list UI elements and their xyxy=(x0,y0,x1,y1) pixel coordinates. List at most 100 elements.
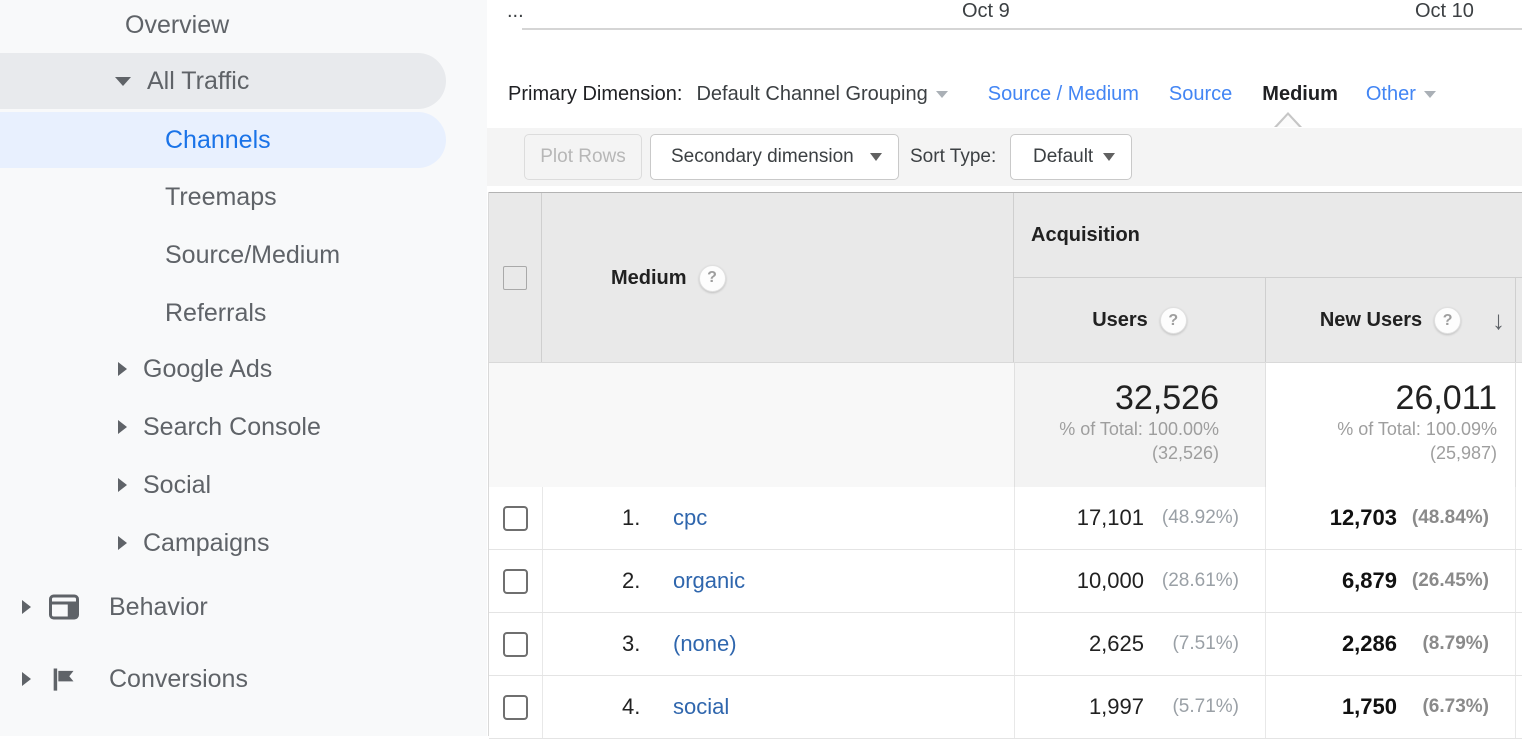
row-users-cell: 2,625 (7.51%) xyxy=(1014,613,1265,675)
row-checkbox[interactable] xyxy=(503,632,528,657)
tab-source[interactable]: Source xyxy=(1169,83,1232,106)
sidebar-item-all-traffic[interactable]: All Traffic xyxy=(0,53,446,109)
chevron-down-icon xyxy=(1424,91,1436,98)
sidebar-item-label: Behavior xyxy=(109,593,208,622)
row-checkbox[interactable] xyxy=(503,695,528,720)
sidebar-item-overview[interactable]: Overview xyxy=(0,0,446,53)
row-number: 3. xyxy=(622,631,656,657)
chevron-down-icon xyxy=(115,77,131,86)
sidebar-item-social[interactable]: Social xyxy=(0,457,446,513)
medium-link-organic[interactable]: organic xyxy=(673,568,745,594)
next-column-sliver xyxy=(1515,550,1522,612)
medium-link-social[interactable]: social xyxy=(673,694,729,720)
axis-label-oct10: Oct 10 xyxy=(1415,0,1474,22)
behavior-window-icon xyxy=(49,594,79,620)
users-percent: (7.51%) xyxy=(1144,633,1239,655)
table-row: 3. (none) 2,625 (7.51%) 2,286 (8.79%) xyxy=(489,613,1522,676)
sort-type-value: Default xyxy=(1033,146,1093,168)
users-percent: (48.92%) xyxy=(1144,507,1239,529)
row-medium-cell: 3. (none) xyxy=(542,613,1014,675)
chevron-down-icon xyxy=(1103,153,1115,161)
users-value: 1,997 xyxy=(1089,694,1144,720)
users-value: 17,101 xyxy=(1077,505,1144,531)
new-users-percent: (26.45%) xyxy=(1397,570,1489,592)
help-icon[interactable]: ? xyxy=(1160,307,1187,334)
sidebar: Overview All Traffic Channels Treemaps S… xyxy=(0,0,487,736)
next-column-sliver xyxy=(1515,676,1522,738)
sidebar-item-referrals[interactable]: Referrals xyxy=(0,285,446,341)
users-value: 2,625 xyxy=(1089,631,1144,657)
row-number: 1. xyxy=(622,505,656,531)
primary-dimension-selected[interactable]: Default Channel Grouping xyxy=(696,83,947,106)
chevron-down-icon xyxy=(936,91,948,98)
table-header: Medium ? Acquisition Users ? New Users ?… xyxy=(489,192,1522,362)
row-new-users-cell: 6,879 (26.45%) xyxy=(1265,550,1515,612)
sidebar-item-search-console[interactable]: Search Console xyxy=(0,399,446,455)
new-users-column-header[interactable]: New Users ? ↓ xyxy=(1265,278,1515,363)
tab-other[interactable]: Other xyxy=(1366,83,1436,106)
sidebar-item-campaigns[interactable]: Campaigns xyxy=(0,515,446,571)
primary-dimension-selected-value: Default Channel Grouping xyxy=(696,83,927,106)
new-users-percent: (6.73%) xyxy=(1397,696,1489,718)
medium-link-none[interactable]: (none) xyxy=(673,631,737,657)
chevron-right-icon xyxy=(118,478,127,492)
data-table: Medium ? Acquisition Users ? New Users ?… xyxy=(488,192,1522,736)
sidebar-item-conversions[interactable]: Conversions xyxy=(0,651,446,707)
table-row: 1. cpc 17,101 (48.92%) 12,703 (48.84%) xyxy=(489,487,1522,550)
new-users-header-label: New Users xyxy=(1320,309,1422,332)
sidebar-item-label: Channels xyxy=(165,126,271,155)
plot-rows-button[interactable]: Plot Rows xyxy=(524,134,642,180)
row-checkbox[interactable] xyxy=(503,506,528,531)
new-users-percent: (8.79%) xyxy=(1397,633,1489,655)
select-all-checkbox[interactable] xyxy=(503,266,527,290)
sidebar-item-label: Treemaps xyxy=(165,183,277,212)
tab-source-medium[interactable]: Source / Medium xyxy=(988,83,1139,106)
users-column-header[interactable]: Users ? xyxy=(1014,278,1265,363)
chart-axis-line xyxy=(522,28,1522,30)
totals-new-users-percent: % of Total: 100.09% xyxy=(1266,417,1497,441)
row-checkbox-cell xyxy=(489,550,542,612)
new-users-value: 2,286 xyxy=(1342,631,1397,657)
row-users-cell: 10,000 (28.61%) xyxy=(1014,550,1265,612)
next-column-sliver xyxy=(1515,487,1522,549)
tab-medium-active[interactable]: Medium xyxy=(1262,83,1338,106)
totals-users-value: 32,526 xyxy=(1015,379,1219,417)
totals-users-absolute: (32,526) xyxy=(1015,441,1219,465)
sort-type-dropdown[interactable]: Default xyxy=(1010,134,1132,180)
sidebar-item-source-medium[interactable]: Source/Medium xyxy=(0,227,446,283)
sidebar-item-label: Source/Medium xyxy=(165,241,340,270)
row-new-users-cell: 12,703 (48.84%) xyxy=(1265,487,1515,549)
sidebar-item-label: Social xyxy=(143,471,211,500)
sort-descending-arrow-icon: ↓ xyxy=(1492,305,1505,336)
sidebar-item-channels[interactable]: Channels xyxy=(0,112,446,168)
select-all-cell xyxy=(489,193,542,363)
users-header-label: Users xyxy=(1092,309,1148,332)
new-users-value: 12,703 xyxy=(1330,505,1397,531)
help-icon[interactable]: ? xyxy=(699,265,726,292)
medium-column-header[interactable]: Medium ? xyxy=(542,193,1014,363)
sidebar-item-label: Google Ads xyxy=(143,355,272,384)
main-content: ... Oct 9 Oct 10 Primary Dimension: Defa… xyxy=(487,0,1522,736)
chevron-right-icon xyxy=(118,420,127,434)
row-checkbox-cell xyxy=(489,676,542,738)
row-checkbox-cell xyxy=(489,613,542,675)
row-checkbox-cell xyxy=(489,487,542,549)
totals-new-users-absolute: (25,987) xyxy=(1266,441,1497,465)
row-checkbox[interactable] xyxy=(503,569,528,594)
row-new-users-cell: 2,286 (8.79%) xyxy=(1265,613,1515,675)
tab-other-label: Other xyxy=(1366,83,1416,106)
row-medium-cell: 1. cpc xyxy=(542,487,1014,549)
chevron-right-icon xyxy=(22,600,31,614)
chevron-right-icon xyxy=(22,672,31,686)
medium-link-cpc[interactable]: cpc xyxy=(673,505,707,531)
secondary-dimension-dropdown[interactable]: Secondary dimension xyxy=(650,134,899,180)
sidebar-item-treemaps[interactable]: Treemaps xyxy=(0,169,446,225)
row-medium-cell: 4. social xyxy=(542,676,1014,738)
sidebar-item-google-ads[interactable]: Google Ads xyxy=(0,341,446,397)
help-icon[interactable]: ? xyxy=(1434,307,1461,334)
next-column-sliver xyxy=(1515,362,1522,487)
sidebar-item-behavior[interactable]: Behavior xyxy=(0,579,446,635)
totals-users-percent: % of Total: 100.00% xyxy=(1015,417,1219,441)
medium-header-label: Medium xyxy=(611,267,687,290)
axis-label-truncated: ... xyxy=(507,0,524,22)
